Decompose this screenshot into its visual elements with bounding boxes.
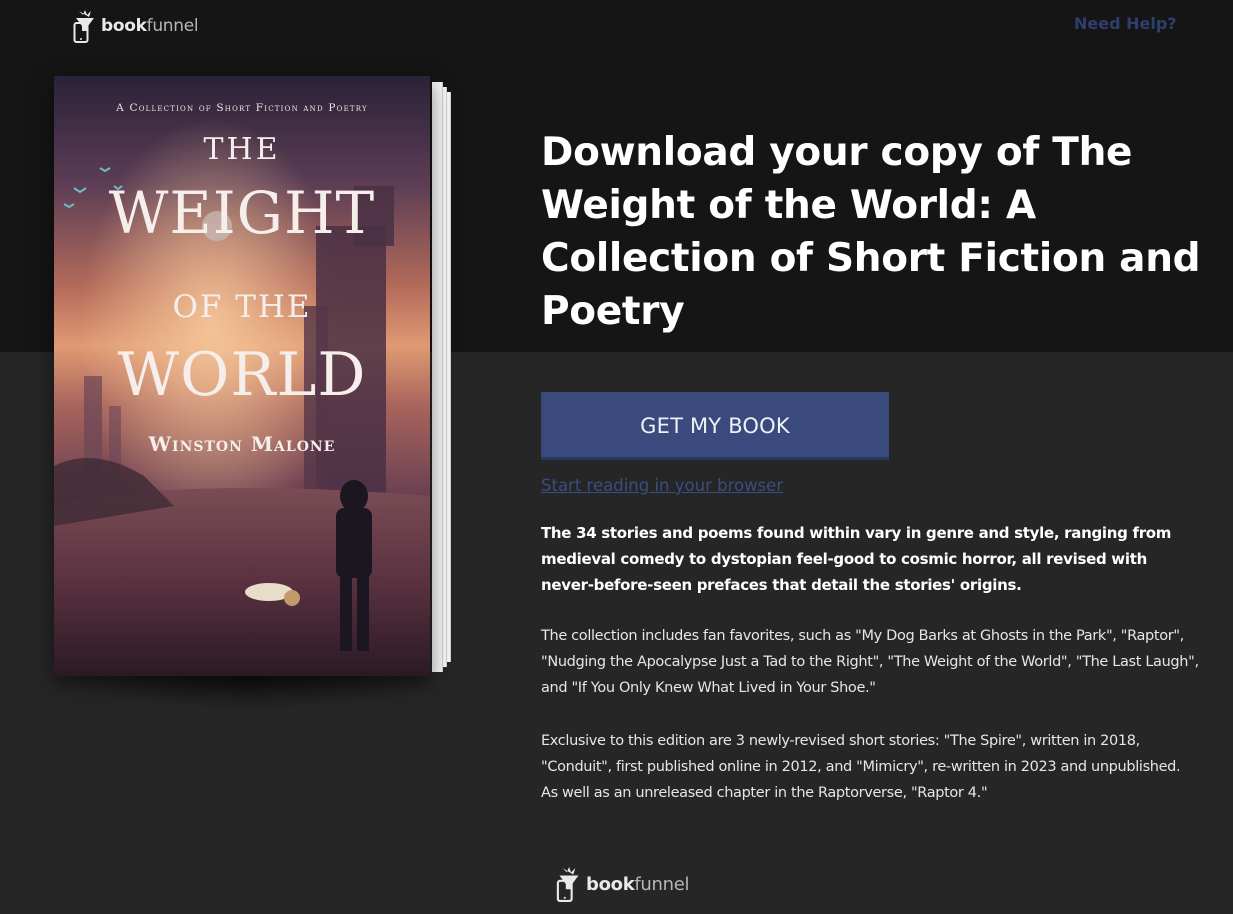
- bookfunnel-logo-icon: [73, 10, 94, 43]
- footer-bookfunnel-logo-icon: [556, 867, 579, 902]
- cover-title-of-the: OF THE: [172, 289, 312, 325]
- cover-title-world: WORLD: [117, 340, 367, 410]
- book-description-paragraph-1: The collection includes fan favorites, s…: [541, 628, 1199, 696]
- footer-logo-text-book: book: [586, 873, 635, 895]
- page-title: Download your copy of The Weight of the …: [541, 130, 1201, 334]
- book-page-edge-1: [432, 82, 443, 672]
- cover-title-weight: WEIGHT: [108, 179, 376, 247]
- need-help-link[interactable]: Need Help?: [1074, 14, 1177, 33]
- book-cover: A Collection of Short Fiction and Poetry…: [54, 76, 430, 676]
- logo-text-book: book: [101, 16, 147, 36]
- book-description-bold: The 34 stories and poems found within va…: [541, 524, 1172, 594]
- get-my-book-button[interactable]: GET MY BOOK: [541, 392, 889, 460]
- cover-author: Winston Malone: [148, 432, 336, 456]
- read-in-browser-link[interactable]: Start reading in your browser: [541, 476, 783, 495]
- download-page: book funnel Need Help? A Collection of S…: [0, 0, 1233, 914]
- book-description-paragraph-2: Exclusive to this edition are 3 newly-re…: [541, 733, 1181, 801]
- cover-tagline: A Collection of Short Fiction and Poetry: [116, 102, 368, 114]
- footer-bookfunnel-logo[interactable]: book funnel: [555, 866, 690, 902]
- bookfunnel-logo[interactable]: book funnel: [72, 9, 199, 43]
- logo-text-funnel: funnel: [146, 16, 199, 36]
- footer-logo-text-funnel: funnel: [634, 873, 690, 895]
- cover-title-the: THE: [203, 132, 281, 167]
